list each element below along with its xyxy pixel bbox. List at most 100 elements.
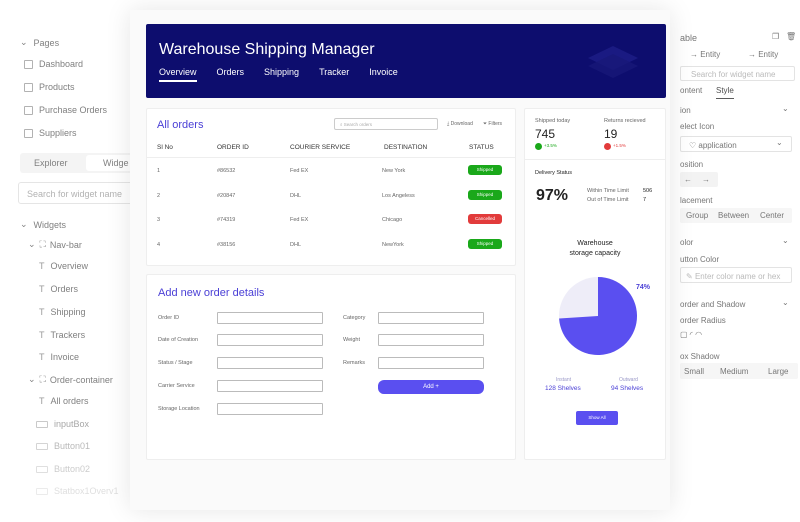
cell-courier: Fed EX (290, 217, 309, 223)
status-badge: Cancelled (468, 214, 502, 224)
remarks-input[interactable] (378, 357, 484, 369)
chevron-down-icon: ⌄ (28, 239, 36, 249)
download-button[interactable]: ⤓ Download (447, 121, 473, 127)
storage-input[interactable] (217, 403, 323, 415)
top-nav: Overview Orders Shipping Tracker Invoice (159, 67, 398, 82)
section-icon: ion (680, 106, 691, 115)
app-title: Warehouse Shipping Manager (159, 41, 375, 58)
nav-shipping[interactable]: Shipping (264, 67, 299, 82)
col-order-id: ORDER ID (217, 144, 249, 151)
nav-orders[interactable]: Orders (217, 67, 245, 82)
trash-icon[interactable]: 🗑 (786, 32, 796, 41)
show-all-button[interactable]: Show All (576, 411, 618, 425)
widgets-header[interactable]: ⌄ Widgets (20, 219, 66, 230)
nav-overview[interactable]: Overview (159, 67, 197, 82)
container-icon: ⛶ (39, 374, 46, 384)
tree-button01[interactable]: Button01 (36, 441, 90, 451)
chevron-down-icon[interactable]: ⌄ (782, 104, 789, 113)
box-shadow-label: ox Shadow (680, 352, 720, 361)
page-item-products[interactable]: Products (24, 82, 75, 92)
tab-content[interactable]: ontent (680, 86, 702, 95)
tree-overview[interactable]: T Overview (39, 261, 88, 271)
tree-statbox[interactable]: Statbox1Overv1 (36, 486, 119, 496)
placement-group-option[interactable]: Group (686, 211, 708, 220)
placement-between-option[interactable]: Between (718, 211, 749, 220)
shadow-large-option[interactable]: Large (768, 367, 788, 376)
tree-order-container[interactable]: ⌄ ⛶ Order-container (28, 374, 113, 385)
border-radius-label: order Radius (680, 316, 726, 325)
shadow-medium-option[interactable]: Medium (720, 367, 748, 376)
col-sl-no: Sl No (157, 144, 173, 151)
header-divider (147, 157, 515, 158)
text-icon: T (39, 352, 45, 362)
button-icon (36, 442, 48, 450)
tree-all-orders[interactable]: T All orders (39, 396, 89, 406)
nav-invoice[interactable]: Invoice (369, 67, 398, 82)
page-item-dashboard[interactable]: Dashboard (24, 59, 83, 69)
cell-sl: 2 (157, 193, 161, 199)
filter-icon: ⏷ (483, 121, 488, 127)
out-value: 7 (643, 197, 647, 203)
app-header: Warehouse Shipping Manager Overview Orde… (146, 24, 666, 98)
returns-value: 19 (604, 127, 618, 141)
button-color-label: utton Color (680, 255, 720, 264)
instant-label: Instant (556, 377, 572, 383)
cell-order-id: #38156 (217, 242, 236, 248)
status-badge: Shipped (468, 165, 502, 175)
filters-button[interactable]: ⏷ Filters (483, 121, 502, 127)
date-input[interactable] (217, 334, 323, 346)
tab-style[interactable]: Style (716, 86, 734, 99)
weight-input[interactable] (378, 334, 484, 346)
chevron-down-icon[interactable]: ⌄ (782, 236, 789, 245)
shipped-value: 745 (535, 127, 556, 141)
page-item-suppliers[interactable]: Suppliers (24, 128, 77, 138)
nav-tracker[interactable]: Tracker (319, 67, 349, 82)
cell-courier: Fed EX (290, 168, 309, 174)
cell-sl: 3 (157, 217, 161, 223)
category-label: Category (343, 315, 366, 321)
tree-trackers[interactable]: T Trackers (39, 330, 85, 340)
within-value: 506 (643, 188, 653, 194)
arrow-right-icon[interactable]: → (702, 175, 710, 184)
entity-link-2[interactable]: → Entity (748, 50, 778, 59)
widget-search-input[interactable]: Search for widget name (680, 66, 795, 81)
page-item-purchase-orders[interactable]: Purchase Orders (24, 105, 107, 115)
shadow-small-option[interactable]: Small (684, 367, 704, 376)
tree-inputbox[interactable]: inputBox (36, 419, 89, 429)
order-id-input[interactable] (217, 312, 323, 324)
tree-shipping[interactable]: T Shipping (39, 307, 86, 317)
copy-icon[interactable]: ❐ (772, 32, 779, 41)
placement-center-option[interactable]: Center (760, 211, 784, 220)
eyedropper-icon: ✎ (686, 272, 693, 281)
add-order-card: Add new order details Order ID Date of C… (146, 274, 516, 460)
carrier-input[interactable] (217, 380, 323, 392)
tree-nav-bar[interactable]: ⌄ ⛶ Nav-bar (28, 239, 82, 250)
header-decoration-icon (588, 46, 638, 78)
cell-destination: New York (382, 168, 406, 174)
weight-label: Weight (343, 337, 361, 343)
pages-header[interactable]: ⌄ Pages (20, 37, 59, 48)
storage-title-line1: Warehouse (577, 240, 613, 247)
entity-link-1[interactable]: → Entity (690, 50, 720, 59)
tree-invoice[interactable]: T Invoice (39, 352, 79, 362)
add-order-button[interactable]: Add + (378, 380, 484, 394)
tree-orders[interactable]: T Orders (39, 284, 78, 294)
widget-search-input[interactable]: Search for widget name (18, 182, 138, 204)
returns-change: +1.5% (613, 143, 626, 148)
orders-search-input[interactable]: ⌕ Search orders (334, 118, 438, 130)
cell-destination: NewYork (382, 242, 404, 248)
all-orders-card: All orders ⌕ Search orders ⤓ Download ⏷ … (146, 108, 516, 266)
chevron-down-icon[interactable]: ⌄ (782, 298, 789, 307)
arrow-left-icon[interactable]: ← (684, 175, 692, 184)
status-input[interactable] (217, 357, 323, 369)
storage-title-line2: storage capacity (569, 250, 621, 257)
color-input[interactable]: ✎ Enter color name or hex (680, 267, 792, 283)
cell-destination: Chicago (382, 217, 403, 223)
category-input[interactable] (378, 312, 484, 324)
tree-button02[interactable]: Button02 (36, 464, 90, 474)
shipped-label: Shipped today (535, 118, 571, 124)
storage-label: Storage Location (158, 406, 200, 412)
border-radius-options[interactable]: ▢ ◜ ◠ (680, 330, 730, 342)
chevron-down-icon: ⌄ (20, 219, 28, 229)
tab-explorer[interactable]: Explorer (34, 158, 68, 168)
